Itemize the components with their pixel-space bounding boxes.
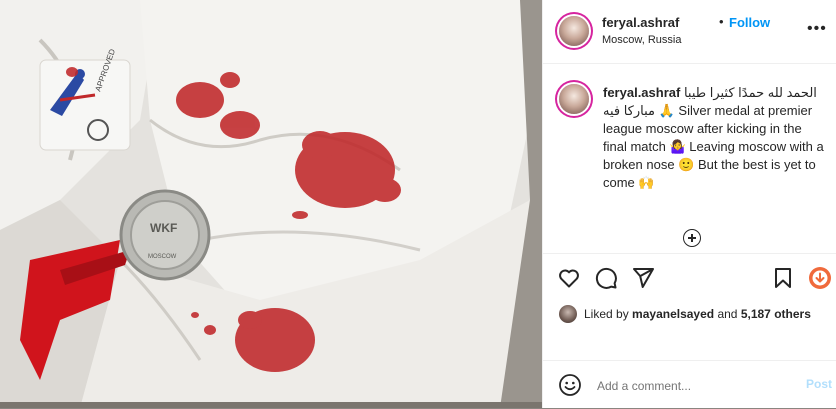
header-username[interactable]: feryal.ashraf: [602, 15, 679, 30]
svg-text:WKF: WKF: [150, 221, 177, 235]
caption-avatar[interactable]: [559, 84, 589, 114]
save-icon[interactable]: [771, 266, 795, 290]
likes-prefix: Liked by: [584, 307, 629, 321]
svg-text:MOSCOW: MOSCOW: [148, 254, 177, 260]
liker-avatar[interactable]: [559, 305, 577, 323]
comment-icon[interactable]: [594, 266, 618, 290]
caption-text: الحمد لله حمدًا كثيرا طيبا مباركا فيه 🙏 …: [603, 85, 824, 190]
caption: feryal.ashraf الحمد لله حمدًا كثيرا طيبا…: [603, 84, 825, 192]
follow-button[interactable]: Follow: [729, 15, 770, 30]
share-icon[interactable]: [631, 266, 655, 290]
photo-illustration: APPROVED WKF MOSCOW: [0, 0, 542, 408]
more-icon[interactable]: •••: [807, 20, 827, 38]
heart-icon[interactable]: [557, 266, 581, 290]
action-bar: [543, 253, 836, 302]
post-button[interactable]: Post: [806, 377, 832, 391]
post-photo: APPROVED WKF MOSCOW: [0, 0, 542, 408]
plus-circle-icon[interactable]: [683, 229, 701, 247]
likes-count[interactable]: 5,187 others: [741, 307, 811, 321]
location-link[interactable]: Moscow, Russia: [602, 34, 681, 46]
post-header: feryal.ashraf • Follow Moscow, Russia ••…: [543, 0, 836, 64]
post-panel: feryal.ashraf • Follow Moscow, Russia ••…: [542, 0, 836, 408]
emoji-icon[interactable]: [558, 373, 582, 397]
avatar[interactable]: [559, 16, 589, 46]
liker-username[interactable]: mayanelsayed: [632, 307, 714, 321]
likes-text: Liked by mayanelsayed and 5,187 others: [584, 307, 811, 321]
caption-username[interactable]: feryal.ashraf: [603, 85, 680, 100]
likes-row: Liked by mayanelsayed and 5,187 others: [559, 305, 829, 325]
likes-mid: and: [717, 307, 738, 321]
comment-input[interactable]: [595, 375, 799, 397]
separator-dot: •: [719, 14, 724, 29]
comment-bar: Post: [543, 360, 836, 409]
download-icon[interactable]: [808, 266, 832, 290]
